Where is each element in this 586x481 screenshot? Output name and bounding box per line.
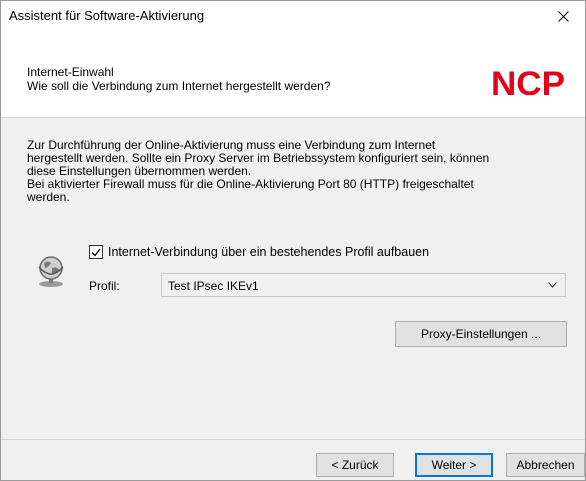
description-paragraph: Zur Durchführung der Online-Aktivierung … bbox=[27, 139, 567, 204]
proxy-settings-button[interactable]: Proxy-Einstellungen ... bbox=[395, 321, 567, 347]
back-button[interactable]: < Zurück bbox=[316, 453, 394, 477]
use-profile-checkbox-row[interactable]: Internet-Verbindung über ein bestehendes… bbox=[89, 245, 429, 259]
step-subtitle: Wie soll die Verbindung zum Internet her… bbox=[27, 79, 331, 93]
profile-select[interactable]: Test IPsec IKEv1 bbox=[161, 273, 566, 297]
close-icon bbox=[557, 10, 569, 22]
profile-label: Profil: bbox=[89, 279, 120, 293]
use-profile-label: Internet-Verbindung über ein bestehendes… bbox=[108, 245, 430, 259]
globe-network-icon bbox=[38, 256, 64, 287]
step-title: Internet-Einwahl bbox=[27, 65, 114, 79]
wizard-header: Internet-Einwahl Wie soll die Verbindung… bbox=[1, 31, 585, 118]
description-line: Bei aktivierter Firewall muss für die On… bbox=[27, 177, 474, 191]
footer-divider bbox=[1, 439, 585, 440]
cancel-button[interactable]: Abbrechen bbox=[506, 453, 585, 477]
logo-text: NCP bbox=[491, 66, 565, 98]
window-title: Assistent für Software-Aktivierung bbox=[9, 8, 205, 23]
activation-wizard-window: Assistent für Software-Aktivierung Inter… bbox=[0, 0, 586, 481]
title-bar: Assistent für Software-Aktivierung bbox=[1, 1, 585, 31]
checkmark-icon bbox=[91, 248, 101, 256]
use-profile-checkbox[interactable] bbox=[89, 245, 103, 259]
chevron-down-icon bbox=[548, 282, 557, 288]
description-line: werden. bbox=[27, 190, 70, 204]
ncp-logo: NCP bbox=[491, 66, 565, 98]
next-button[interactable]: Weiter > bbox=[415, 453, 493, 477]
profile-select-value: Test IPsec IKEv1 bbox=[168, 279, 259, 293]
close-button[interactable] bbox=[541, 1, 585, 31]
